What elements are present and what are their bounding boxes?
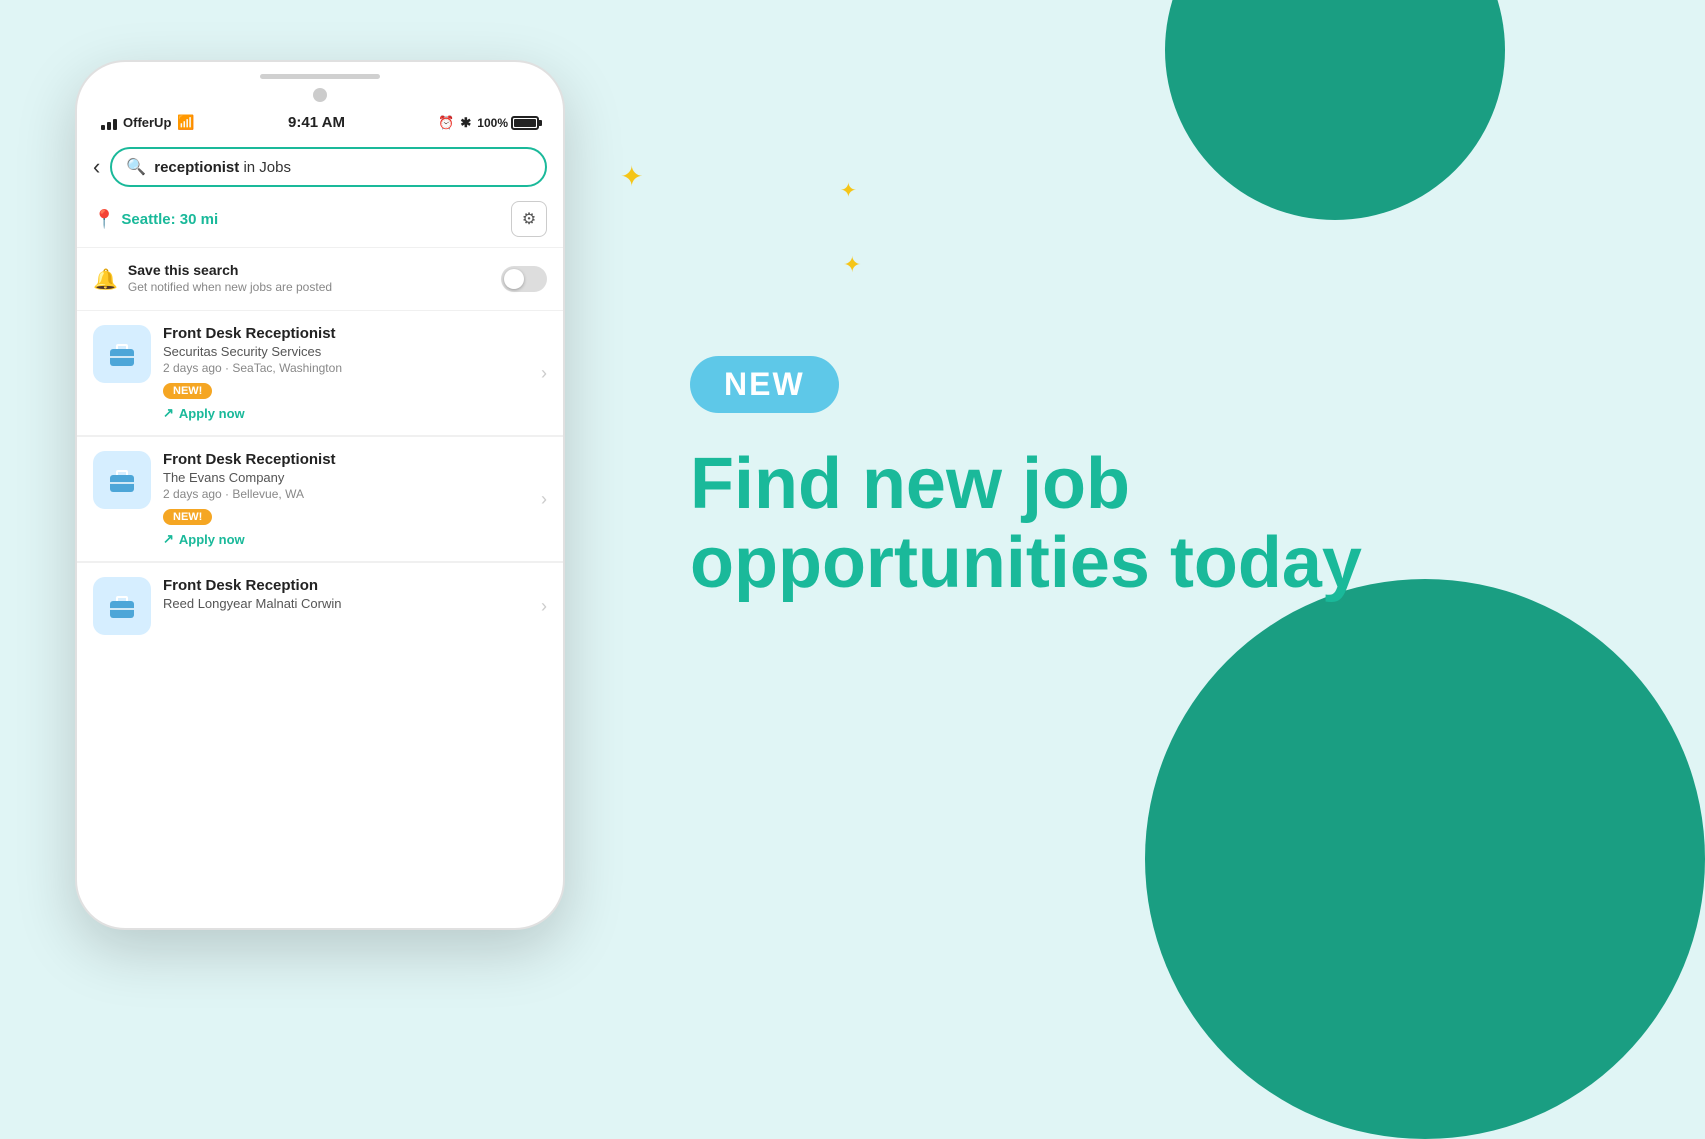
- save-search-text: Save this search Get notified when new j…: [128, 262, 332, 296]
- briefcase-icon-3: [106, 590, 138, 622]
- bell-icon: 🔔: [93, 267, 118, 292]
- job-company-2: The Evans Company: [163, 470, 529, 485]
- alarm-icon: ⏰: [438, 115, 454, 131]
- search-icon: 🔍: [126, 157, 146, 177]
- search-query-bold: receptionist: [154, 159, 239, 176]
- signal-bar-3: [113, 119, 117, 130]
- battery-percent: 100%: [477, 116, 508, 130]
- job-title-1: Front Desk Receptionist: [163, 325, 529, 342]
- signal-bar-1: [101, 125, 105, 130]
- save-search-toggle[interactable]: [501, 266, 547, 292]
- apply-label-1: Apply now: [179, 406, 245, 421]
- status-left: OfferUp 📶: [101, 114, 195, 131]
- chevron-right-2: ›: [541, 489, 547, 510]
- wifi-icon: 📶: [177, 114, 194, 131]
- signal-bar-2: [107, 122, 111, 130]
- bluetooth-icon: ✱: [460, 115, 471, 131]
- right-panel: NEW Find new job opportunities today: [610, 0, 1705, 959]
- job-company-3: Reed Longyear Malnati Corwin: [163, 596, 529, 611]
- carrier-name: OfferUp: [123, 115, 171, 130]
- battery-fill: [514, 119, 536, 127]
- job-company-1: Securitas Security Services: [163, 344, 529, 359]
- location-pin-icon: 📍: [93, 209, 115, 230]
- job-listing-2[interactable]: Front Desk Receptionist The Evans Compan…: [77, 437, 563, 562]
- hero-line2: opportunities today: [690, 523, 1362, 603]
- job-info-1: Front Desk Receptionist Securitas Securi…: [163, 325, 529, 421]
- status-right: ⏰ ✱ 100%: [438, 115, 539, 131]
- save-search-left: 🔔 Save this search Get notified when new…: [93, 262, 332, 296]
- search-input-wrapper[interactable]: 🔍 receptionist in Jobs: [110, 147, 547, 187]
- job-listing-3[interactable]: Front Desk Reception Reed Longyear Malna…: [77, 563, 563, 649]
- external-link-icon-1: ↗: [163, 405, 174, 421]
- external-link-icon-2: ↗: [163, 531, 174, 547]
- apply-link-2[interactable]: ↗ Apply now: [163, 531, 529, 547]
- job-meta-2: 2 days ago · Bellevue, WA: [163, 487, 529, 501]
- phone-frame: OfferUp 📶 9:41 AM ⏰ ✱ 100%: [75, 60, 565, 930]
- apply-label-2: Apply now: [179, 532, 245, 547]
- back-button[interactable]: ‹: [93, 154, 100, 180]
- job-title-2: Front Desk Receptionist: [163, 451, 529, 468]
- save-search-label: Save this search: [128, 262, 332, 278]
- hero-text: Find new job opportunities today: [690, 445, 1570, 603]
- status-time: 9:41 AM: [288, 114, 345, 131]
- new-badge-2: NEW!: [163, 509, 212, 525]
- search-bar-row: ‹ 🔍 receptionist in Jobs: [77, 139, 563, 195]
- save-search-sublabel: Get notified when new jobs are posted: [128, 280, 332, 294]
- new-label: NEW: [724, 366, 805, 403]
- filter-button[interactable]: ⚙: [511, 201, 547, 237]
- battery-indicator: 100%: [477, 116, 539, 130]
- search-query-rest: in Jobs: [239, 159, 291, 176]
- location-left[interactable]: 📍 Seattle: 30 mi: [93, 209, 218, 230]
- apply-link-1[interactable]: ↗ Apply now: [163, 405, 529, 421]
- chevron-right-1: ›: [541, 363, 547, 384]
- briefcase-icon-2: [106, 464, 138, 496]
- save-search-row: 🔔 Save this search Get notified when new…: [77, 248, 563, 311]
- filter-icon: ⚙: [522, 209, 536, 229]
- new-badge-1: NEW!: [163, 383, 212, 399]
- job-icon-1: [93, 325, 151, 383]
- toggle-thumb: [504, 269, 524, 289]
- search-query: receptionist in Jobs: [154, 159, 291, 176]
- phone-camera: [313, 88, 327, 102]
- job-title-3: Front Desk Reception: [163, 577, 529, 594]
- job-info-3: Front Desk Reception Reed Longyear Malna…: [163, 577, 529, 613]
- job-info-2: Front Desk Receptionist The Evans Compan…: [163, 451, 529, 547]
- phone-content: ‹ 🔍 receptionist in Jobs 📍 Seattle: 30 m…: [77, 139, 563, 915]
- location-text: Seattle: 30 mi: [121, 211, 218, 228]
- signal-bars: [101, 116, 117, 130]
- job-meta-1: 2 days ago · SeaTac, Washington: [163, 361, 529, 375]
- hero-line1: Find new job: [690, 444, 1130, 524]
- chevron-right-3: ›: [541, 596, 547, 617]
- job-listing-1[interactable]: Front Desk Receptionist Securitas Securi…: [77, 311, 563, 436]
- job-icon-3: [93, 577, 151, 635]
- job-icon-2: [93, 451, 151, 509]
- phone-mockup: OfferUp 📶 9:41 AM ⏰ ✱ 100%: [75, 60, 565, 930]
- location-row: 📍 Seattle: 30 mi ⚙: [77, 195, 563, 248]
- briefcase-icon-1: [106, 338, 138, 370]
- phone-notch: [260, 74, 380, 79]
- battery-icon: [511, 116, 539, 130]
- new-badge-large: NEW: [690, 356, 839, 413]
